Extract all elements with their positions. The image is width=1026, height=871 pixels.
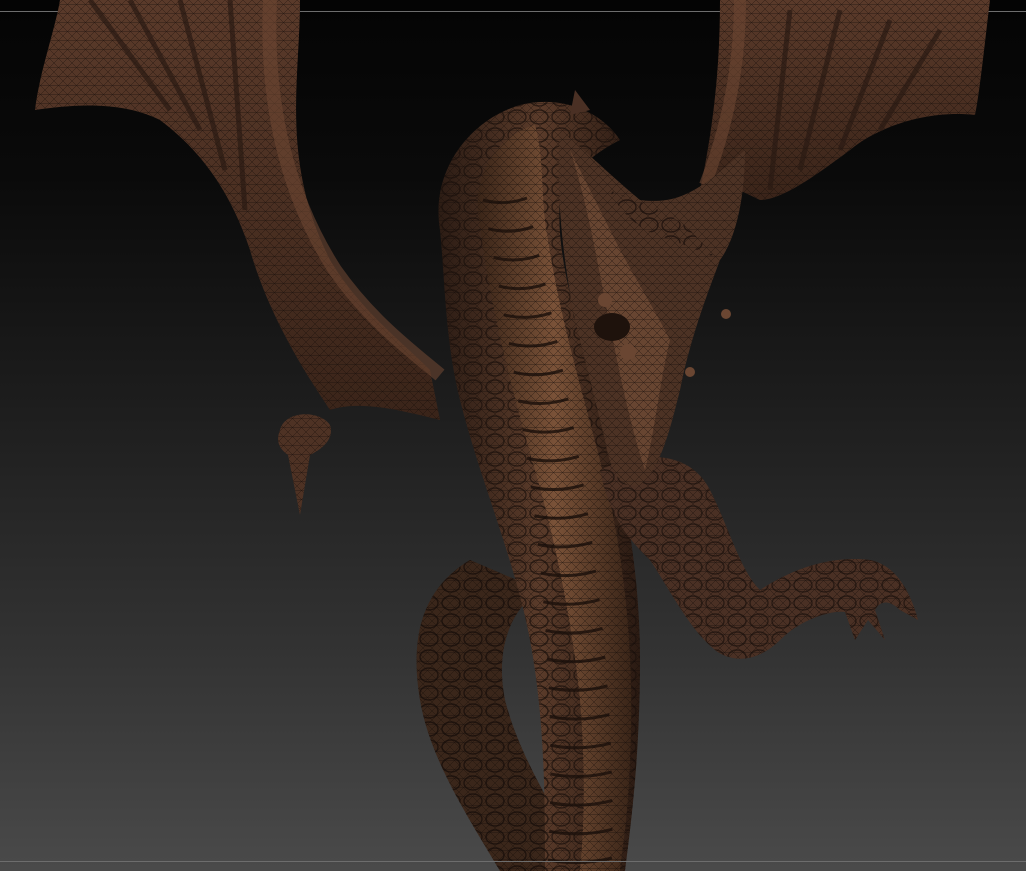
dragon-model[interactable] <box>0 0 1026 871</box>
3d-viewport[interactable] <box>0 0 1026 871</box>
left-wing <box>35 0 445 515</box>
right-arm <box>600 456 918 659</box>
viewport-frame-bottom <box>0 861 1026 862</box>
